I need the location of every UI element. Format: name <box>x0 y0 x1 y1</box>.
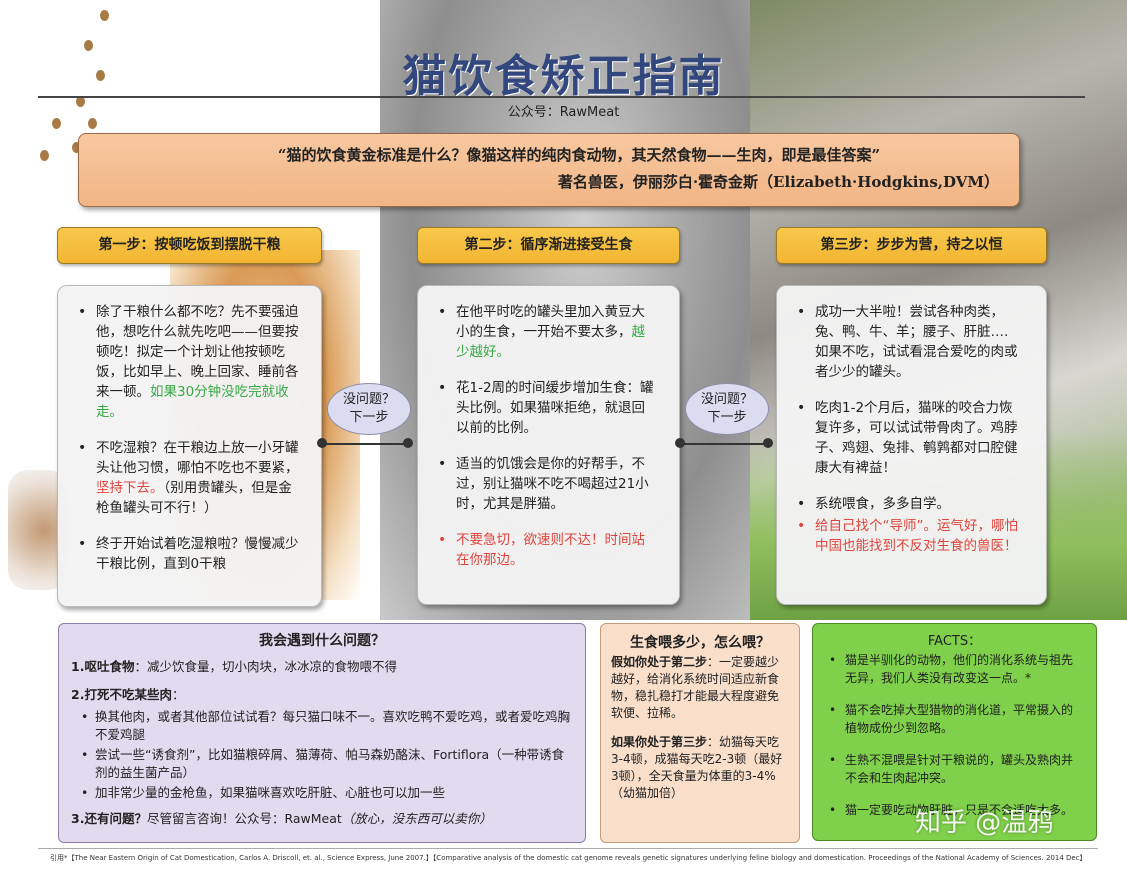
kibble-icon <box>100 10 109 21</box>
problem-2-list: 换其他肉，或者其他部位试试看？每只猫口味不一。喜欢吃鸭不爱吃鸡，或者爱吃鸡胸不爱… <box>71 708 573 802</box>
footnote: 引用*【The Near Eastern Origin of Cat Domes… <box>50 854 1087 862</box>
list-item: 在他平时吃的罐头里加入黄豆大小的生食，一开始不要太多，越少越好。 <box>436 302 657 362</box>
problems-box: 我会遇到什么问题？ 1.呕吐食物：减少饮食量，切小肉块，冰冰凉的食物喂不得 2.… <box>58 623 586 843</box>
list-item: 给自己找个“导师”。运气好，哪怕中国也能找到不反对生食的兽医！ <box>795 516 1024 556</box>
connector-dot <box>763 438 773 448</box>
list-item: 尝试一些“诱食剂”，比如猫粮碎屑、猫薄荷、帕马森奶酪沫、Fortiflora（一… <box>71 746 573 782</box>
feeding-step-3: 如果你处于第三步：幼猫每天吃3-4顿，成猫每天吃2-3顿（最好3顿），全天食量为… <box>611 735 783 800</box>
watermark: 知乎 @温鸦 <box>915 808 1054 838</box>
step-1-card: 除了干粮什么都不吃？先不要强迫他，想吃什么就先吃吧——但要按顿吃！拟定一个计划让… <box>57 285 322 607</box>
list-item: 猫是半驯化的动物，他们的消化系统与祖先无异，我们人类没有改变这一点。* <box>825 651 1084 687</box>
problem-1: 1.呕吐食物：减少饮食量，切小肉块，冰冰凉的食物喂不得 <box>71 659 397 674</box>
connector-line <box>680 443 768 445</box>
facts-title: FACTS： <box>927 634 982 649</box>
page-subtitle: 公众号：RawMeat <box>507 105 620 120</box>
title-divider <box>38 96 1085 98</box>
connector-dot <box>317 438 327 448</box>
list-item: 适当的饥饿会是你的好帮手，不过，别让猫咪不吃不喝超过21小时，尤其是胖猫。 <box>436 454 657 514</box>
feeding-step-2: 假如你处于第二步：一定要越少越好，给消化系统时间适应新食物，稳扎稳打才能最大程度… <box>611 655 780 720</box>
step-2-card: 在他平时吃的罐头里加入黄豆大小的生食，一开始不要太多，越少越好。 花1-2周的时… <box>417 285 680 605</box>
step-3-card: 成功一大半啦！尝试各种肉类，兔、鸭、牛、羊；腰子、肝脏…. 如果不吃，试试看混合… <box>776 285 1047 605</box>
problem-3: 3.还有问题？尽管留言咨询！公众号：RawMeat（放心，没东西可以卖你） <box>71 811 492 826</box>
page-title: 猫饮食矫正指南 <box>402 51 725 102</box>
list-item: 成功一大半啦！尝试各种肉类，兔、鸭、牛、羊；腰子、肝脏…. 如果不吃，试试看混合… <box>795 302 1024 382</box>
connector-line <box>322 443 408 445</box>
quote-box: “猫的饮食黄金标准是什么？像猫这样的纯肉食动物，其天然食物——生肉，即是最佳答案… <box>78 133 1020 207</box>
connector-dot <box>403 438 413 448</box>
problem-2: 2.打死不吃某些肉： <box>71 687 185 702</box>
list-item: 换其他肉，或者其他部位试试看？每只猫口味不一。喜欢吃鸭不爱吃鸡，或者爱吃鸡胸不爱… <box>71 708 573 744</box>
list-item: 不要急切，欲速则不达！时间站在你那边。 <box>436 530 657 570</box>
feeding-title: 生食喂多少，怎么喂？ <box>630 635 770 651</box>
list-item: 生熟不混喂是针对干粮说的，罐头及熟肉并不会和生肉起冲突。 <box>825 751 1084 787</box>
footer-divider <box>38 848 1098 849</box>
list-item: 吃肉1-2个月后，猫咪的咬合力恢复许多，可以试试带骨肉了。鸡脖子、鸡翅、兔排、鹌… <box>795 398 1024 478</box>
list-item: 除了干粮什么都不吃？先不要强迫他，想吃什么就先吃吧——但要按顿吃！拟定一个计划让… <box>76 302 299 422</box>
list-item: 系统喂食，多多自学。 <box>795 494 1024 514</box>
list-item: 花1-2周的时间缓步增加生食：罐头比例。如果猫咪拒绝，就退回以前的比例。 <box>436 378 657 438</box>
next-step-bubble-2: 没问题？ 下一步 <box>685 383 769 435</box>
problems-title: 我会遇到什么问题？ <box>259 633 385 649</box>
quote-author: 著名兽医，伊丽莎白·霍奇金斯（Elizabeth·Hodgkins,DVM） <box>557 173 999 191</box>
connector-dot <box>675 438 685 448</box>
step-3-header: 第三步：步步为营，持之以恒 <box>776 227 1047 264</box>
list-item: 不吃湿粮？在干粮边上放一小牙罐头让他习惯，哪怕不吃也不要紧，坚持下去。（别用贵罐… <box>76 438 299 518</box>
step-1-header: 第一步：按顿吃饭到摆脱干粮 <box>57 227 322 264</box>
kibble-icon <box>40 150 49 161</box>
quote-text: “猫的饮食黄金标准是什么？像猫这样的纯肉食动物，其天然食物——生肉，即是最佳答案… <box>277 146 881 164</box>
list-item: 终于开始试着吃湿粮啦？慢慢减少干粮比例，直到0干粮 <box>76 534 299 574</box>
list-item: 猫不会吃掉大型猎物的消化道，平常摄入的植物成份少到忽略。 <box>825 701 1084 737</box>
list-item: 加非常少量的金枪鱼，如果猫咪喜欢吃肝脏、心脏也可以加一些 <box>71 784 573 802</box>
step-2-header: 第二步：循序渐进接受生食 <box>417 227 680 264</box>
feeding-box: 生食喂多少，怎么喂？ 假如你处于第二步：一定要越少越好，给消化系统时间适应新食物… <box>600 623 800 843</box>
next-step-bubble-1: 没问题？ 下一步 <box>327 383 411 435</box>
